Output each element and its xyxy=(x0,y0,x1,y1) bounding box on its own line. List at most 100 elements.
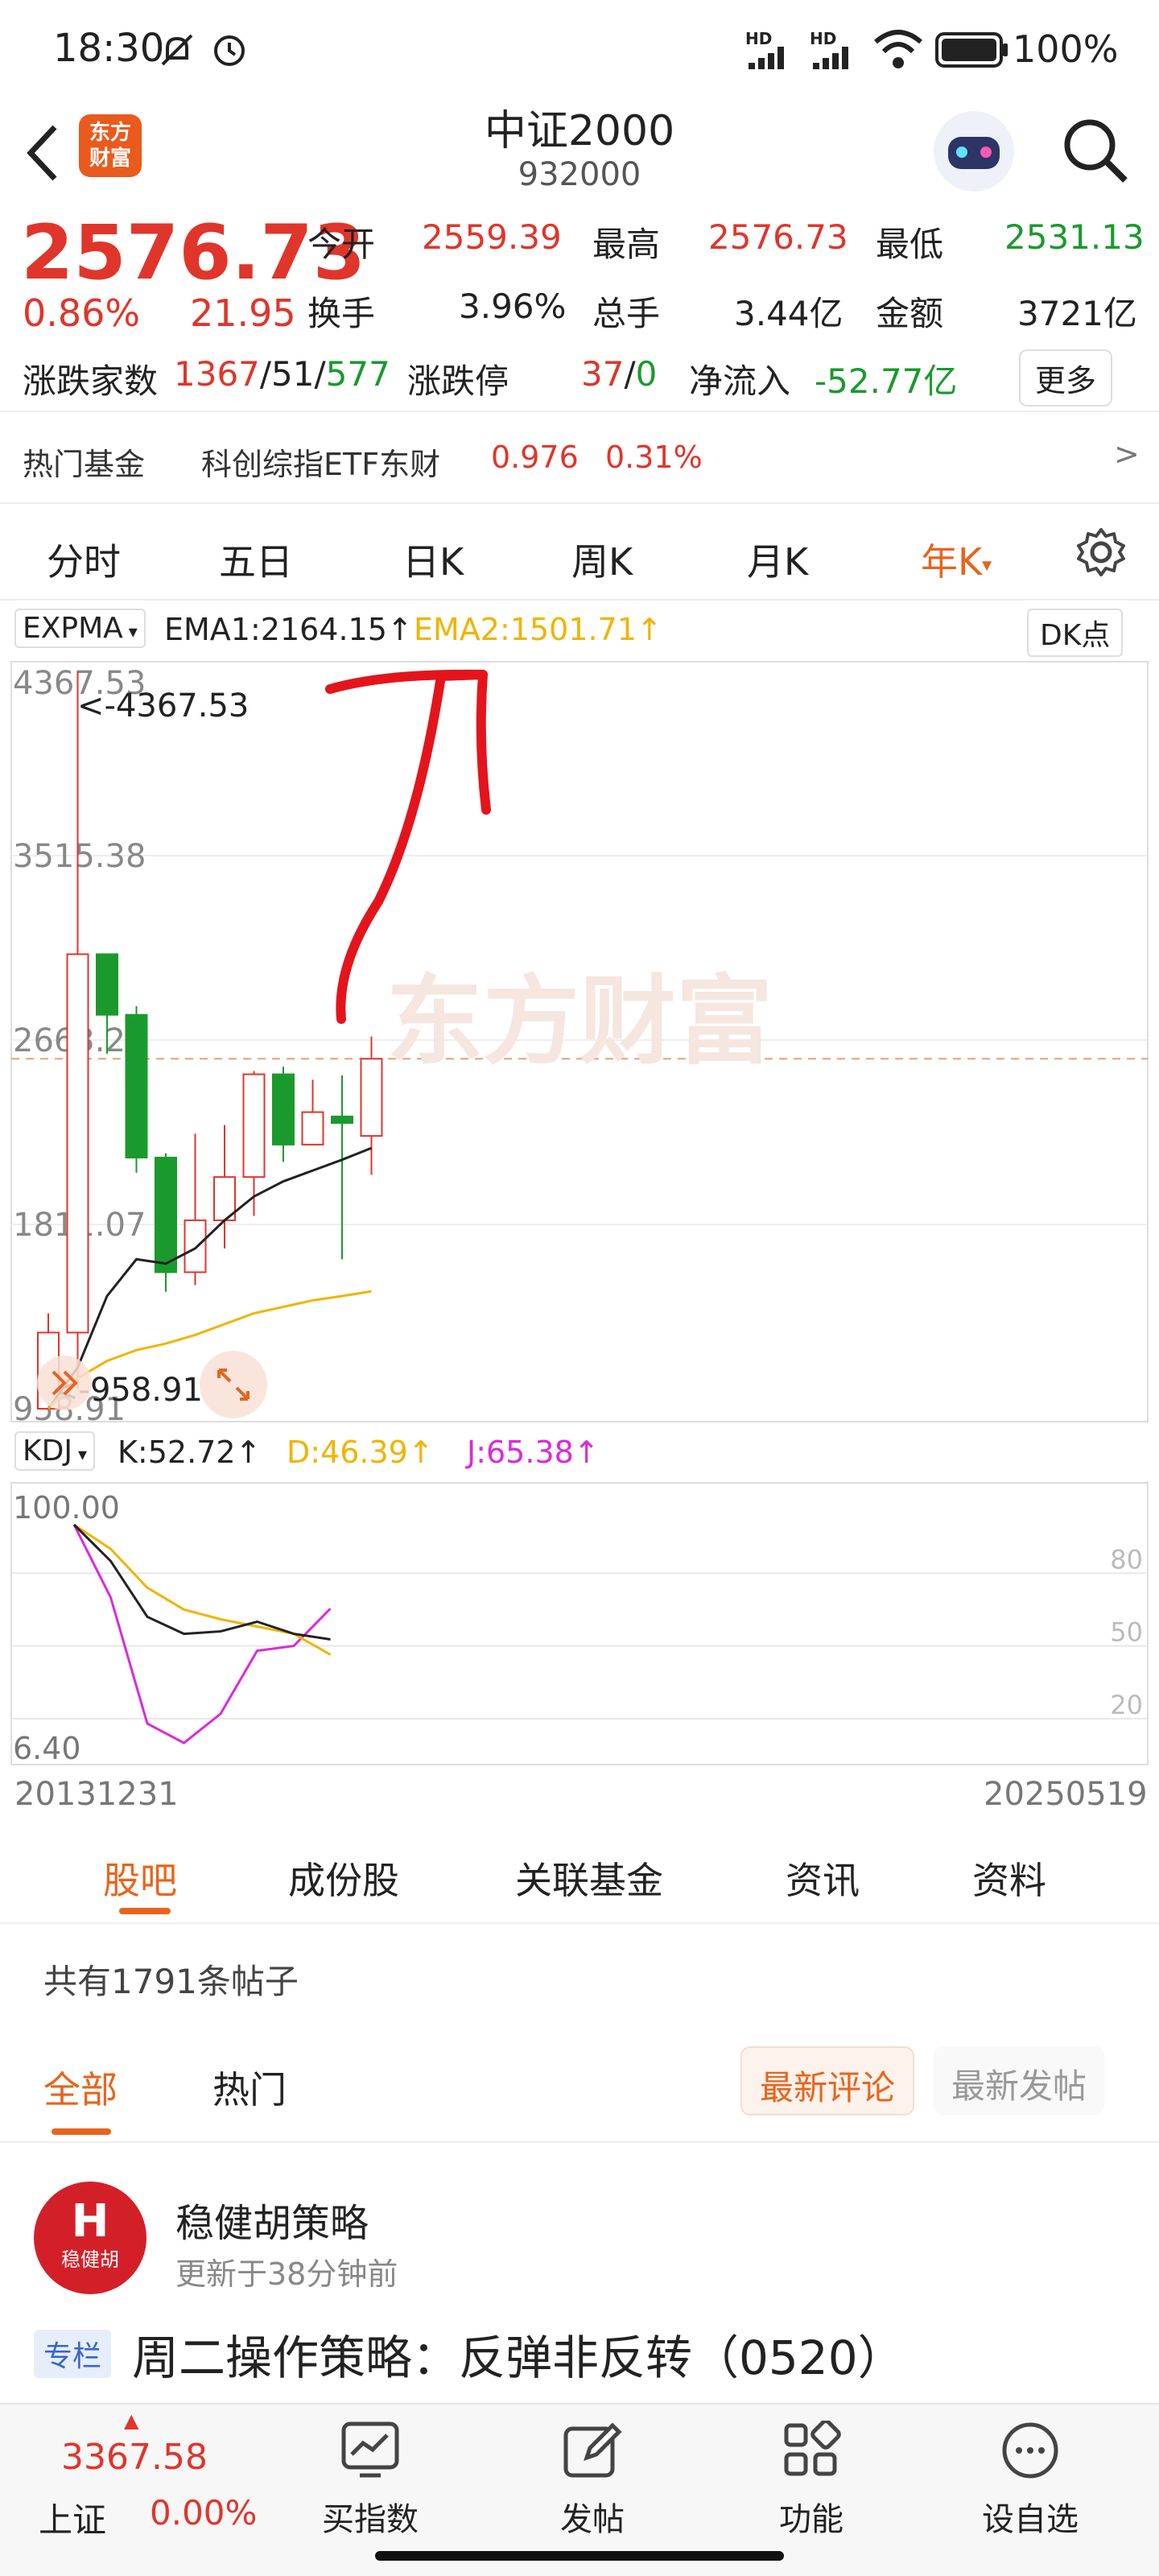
kdj-chart[interactable]: 80 50 20 100.00 6.40 xyxy=(0,1481,1159,1771)
more-button[interactable]: 更多 xyxy=(1019,349,1113,407)
indicator-name-expma: EXPMA xyxy=(23,612,123,645)
bell-off-icon xyxy=(161,34,193,66)
updown-counts: 1367/51/577 xyxy=(174,354,390,394)
ema2-value: EMA2:1501.71↑ xyxy=(414,612,662,647)
post-item[interactable]: H 稳健胡 稳健胡策略 更新于38分钟前 专栏 周二操作策略：反弹非反转（052… xyxy=(0,2143,1159,2403)
double-chevron-icon[interactable] xyxy=(37,1356,92,1410)
column-tag: 专栏 xyxy=(34,2330,112,2378)
sort-latest-comment[interactable]: 最新评论 xyxy=(740,2046,915,2116)
kdj-frame xyxy=(10,1482,1149,1765)
low-value: 2531.13 xyxy=(1004,217,1145,257)
tab-news[interactable]: 资讯 xyxy=(786,1852,860,1905)
candle-body xyxy=(125,1013,148,1158)
post-label: 发帖 xyxy=(560,2501,625,2538)
ema1-value: EMA1:2164.15↑ xyxy=(164,612,413,647)
function-button[interactable]: 功能 xyxy=(731,2421,892,2540)
tab-yearly-k-label: 年K xyxy=(921,540,983,584)
index-name[interactable]: 上证 xyxy=(39,2493,106,2542)
logo-line2: 财富 xyxy=(89,147,131,171)
index-pct[interactable]: 0.00% xyxy=(150,2493,257,2533)
quote-panel: 2576.73 0.86% 21.95 今开 2559.39 最高 2576.7… xyxy=(0,209,1159,411)
battery-level: 100% xyxy=(1013,27,1119,71)
post-updated: 更新于38分钟前 xyxy=(175,2256,398,2292)
filter-hot[interactable]: 热门 xyxy=(212,2061,287,2114)
alarm-icon xyxy=(214,35,245,66)
kdj-k-line xyxy=(72,1523,331,1641)
gear-icon[interactable] xyxy=(1075,526,1127,578)
logo-line1: 东方 xyxy=(89,121,131,145)
down-count: 577 xyxy=(325,354,390,394)
y-tick-label: 3515.38 xyxy=(13,838,146,875)
signal-icon-1 xyxy=(749,47,784,69)
hot-fund-price: 0.976 xyxy=(491,440,579,475)
tab-related-funds[interactable]: 关联基金 xyxy=(515,1852,663,1905)
volume-value: 3.44亿 xyxy=(734,294,843,333)
stock-code: 932000 xyxy=(518,156,641,193)
app-logo: 东方 财富 xyxy=(79,114,142,177)
turnover-value: 3.96% xyxy=(459,287,567,326)
add-watchlist-button[interactable]: 设自选 xyxy=(950,2421,1111,2540)
period-tabs: 分时 五日 日K 周K 月K 年K▾ xyxy=(0,504,1159,601)
limit-counts: 37/0 xyxy=(581,354,657,394)
battery-icon xyxy=(935,32,1008,68)
tab-profile[interactable]: 资料 xyxy=(972,1852,1046,1905)
post-button[interactable]: 发帖 xyxy=(512,2421,673,2540)
filter-all[interactable]: 全部 xyxy=(43,2061,118,2114)
back-icon[interactable] xyxy=(23,121,63,185)
candle-body xyxy=(301,1111,324,1146)
section-tabs: 股吧 成份股 关联基金 资讯 资料 xyxy=(0,1819,1159,1924)
robot-assistant-icon[interactable] xyxy=(934,111,1014,192)
index-price[interactable]: 3367.58 xyxy=(61,2437,208,2478)
expma-indicator-bar: EXPMA ▾ EMA1:2164.15↑ EMA2:1501.71↑ DK点 xyxy=(0,609,1159,657)
kdj-max-tick: 100.00 xyxy=(13,1490,120,1525)
tab-daily-k[interactable]: 日K xyxy=(402,533,464,586)
header: 东方 财富 中证2000 932000 xyxy=(0,97,1159,209)
active-filter-indicator xyxy=(52,2128,111,2135)
inflow-label: 净流入 xyxy=(689,361,791,401)
inflow-value: -52.77亿 xyxy=(815,361,958,401)
candle-body xyxy=(360,1058,383,1137)
post-title[interactable]: 周二操作策略：反弹非反转（0520） xyxy=(132,2320,905,2388)
tab-weekly-k[interactable]: 周K xyxy=(571,533,633,586)
indicator-select-expma[interactable]: EXPMA ▾ xyxy=(14,609,146,648)
sort-latest-post[interactable]: 最新发帖 xyxy=(934,2046,1105,2116)
expand-chart-icon[interactable] xyxy=(200,1351,267,1418)
indicator-name-kdj: KDJ xyxy=(23,1435,72,1468)
indicator-select-kdj[interactable]: KDJ ▾ xyxy=(14,1431,95,1471)
candle-body xyxy=(272,1073,295,1146)
limit-up: 37 xyxy=(581,354,625,394)
candlestick-chart[interactable]: 4367.533515.382663.221811.07958.91 东方财富 … xyxy=(0,660,1159,1425)
dk-point-button[interactable]: DK点 xyxy=(1027,609,1124,657)
avatar-text: 稳健胡 xyxy=(61,2248,119,2271)
candle-body xyxy=(66,953,89,1334)
high-value: 2576.73 xyxy=(708,217,848,257)
author-avatar[interactable]: H 稳健胡 xyxy=(34,2182,146,2294)
bottom-nav: ▲ 3367.58 上证 0.00% 买指数 发帖 功能 设自选 xyxy=(0,2403,1159,2576)
candle-body xyxy=(96,953,118,1016)
post-count: 共有1791条帖子 xyxy=(43,1962,299,2001)
buy-index-label: 买指数 xyxy=(322,2501,419,2538)
tab-constituents[interactable]: 成份股 xyxy=(288,1852,399,1905)
low-label: 最低 xyxy=(876,225,944,264)
tab-five-day[interactable]: 五日 xyxy=(219,533,293,586)
wifi-icon xyxy=(874,30,922,68)
tab-monthly-k[interactable]: 月K xyxy=(747,533,808,586)
chevron-right-icon[interactable]: > xyxy=(1114,436,1140,472)
hot-fund-name: 科创综指ETF东财 xyxy=(201,447,441,482)
kdj-min-tick: 6.40 xyxy=(13,1731,81,1766)
active-tab-indicator xyxy=(119,1908,171,1914)
buy-index-button[interactable]: 买指数 xyxy=(290,2421,451,2540)
search-icon[interactable] xyxy=(1059,114,1132,187)
change-percent: 0.86% xyxy=(23,291,141,335)
flat-count: 51 xyxy=(271,354,315,394)
tab-yearly-k[interactable]: 年K▾ xyxy=(921,533,992,586)
tab-intraday[interactable]: 分时 xyxy=(47,533,121,586)
limit-sep: / xyxy=(624,354,636,394)
up-count: 1367 xyxy=(174,354,260,394)
tab-guba[interactable]: 股吧 xyxy=(103,1852,177,1905)
author-name[interactable]: 稳健胡策略 xyxy=(175,2191,369,2248)
limit-label: 涨跌停 xyxy=(407,361,509,401)
avatar-logo-mark: H xyxy=(71,2195,109,2248)
hot-fund-row[interactable]: 热门基金 科创综指ETF东财 0.976 0.31% > xyxy=(0,411,1159,504)
signal-icon-2 xyxy=(813,47,848,69)
